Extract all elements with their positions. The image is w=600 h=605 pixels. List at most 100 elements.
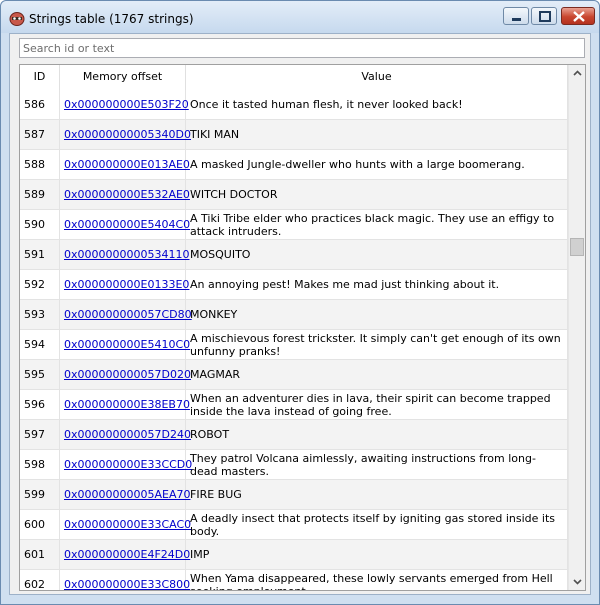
scroll-thumb[interactable]	[570, 238, 584, 256]
cell-value: A masked Jungle-dweller who hunts with a…	[186, 150, 568, 179]
table-header: ID Memory offset Value	[20, 65, 568, 91]
cell-id: 595	[20, 360, 60, 389]
table-row[interactable]: 594 0x000000000E5410C0 A mischievous fores…	[20, 330, 568, 360]
table-row[interactable]: 597 0x000000000057D240 ROBOT	[20, 420, 568, 450]
cell-id: 587	[20, 120, 60, 149]
scroll-down-button[interactable]	[569, 573, 585, 590]
app-icon	[9, 11, 25, 26]
table-row[interactable]: 591 0x0000000000534110 MOSQUITO	[20, 240, 568, 270]
table-row[interactable]: 592 0x000000000E0133E0 An annoying pest! M…	[20, 270, 568, 300]
search-input[interactable]	[19, 38, 585, 58]
chevron-up-icon	[573, 70, 582, 76]
memory-offset-link[interactable]: 0x000000000E5404C0	[64, 218, 190, 231]
table-row[interactable]: 593 0x000000000057CD80 MONKEY	[20, 300, 568, 330]
cell-value: TIKI MAN	[186, 120, 568, 149]
table-row[interactable]: 598 0x000000000E33CCD0 They patrol Volcana…	[20, 450, 568, 480]
cell-memory-offset: 0x000000000E013AE0	[60, 150, 190, 179]
memory-offset-link[interactable]: 0x000000000E4F24D0	[64, 548, 190, 561]
column-header-memory-offset[interactable]: Memory offset	[60, 65, 186, 90]
vertical-scrollbar[interactable]	[568, 65, 585, 590]
memory-offset-link[interactable]: 0x000000000E5410C0	[64, 338, 190, 351]
cell-id: 600	[20, 510, 60, 539]
cell-memory-offset: 0x000000000E33CCD0	[60, 450, 192, 479]
cell-memory-offset: 0x000000000057D240	[60, 420, 191, 449]
cell-value: A Tiki Tribe elder who practices black m…	[186, 210, 568, 239]
cell-id: 589	[20, 180, 60, 209]
cell-id: 602	[20, 570, 60, 590]
minimize-button[interactable]	[503, 7, 529, 25]
cell-memory-offset: 0x0000000000534110	[60, 240, 190, 269]
cell-id: 590	[20, 210, 60, 239]
cell-value: MONKEY	[186, 300, 568, 329]
cell-value: IMP	[186, 540, 568, 569]
cell-id: 598	[20, 450, 60, 479]
memory-offset-link[interactable]: 0x000000000E33C800	[64, 578, 190, 590]
cell-id: 601	[20, 540, 60, 569]
memory-offset-link[interactable]: 0x0000000000534110	[64, 248, 190, 261]
cell-id: 592	[20, 270, 60, 299]
close-button[interactable]	[561, 7, 595, 25]
cell-memory-offset: 0x000000000E5404C0	[60, 210, 190, 239]
memory-offset-link[interactable]: 0x000000000E013AE0	[64, 158, 190, 171]
cell-memory-offset: 0x000000000E38EB70	[60, 390, 190, 419]
cell-value: When Yama disappeared, these lowly serva…	[186, 570, 568, 590]
client-area: ID Memory offset Value 586 0x000000000E50…	[9, 33, 591, 595]
strings-table-window: Strings table (1767 strings) ID Memory o…	[0, 0, 600, 605]
table-row[interactable]: 600 0x000000000E33CAC0 A deadly insect tha…	[20, 510, 568, 540]
close-icon	[562, 8, 594, 24]
table-row[interactable]: 587 0x00000000005340D0 TIKI MAN	[20, 120, 568, 150]
table-row[interactable]: 595 0x000000000057D020 MAGMAR	[20, 360, 568, 390]
table-row[interactable]: 586 0x000000000E503F20 Once it tasted huma…	[20, 90, 568, 120]
cell-memory-offset: 0x000000000E5410C0	[60, 330, 190, 359]
table-row[interactable]: 588 0x000000000E013AE0 A masked Jungle-dwe…	[20, 150, 568, 180]
table-row[interactable]: 590 0x000000000E5404C0 A Tiki Tribe elder …	[20, 210, 568, 240]
table-row[interactable]: 596 0x000000000E38EB70 When an adventurer …	[20, 390, 568, 420]
table-row[interactable]: 599 0x00000000005AEA70 FIRE BUG	[20, 480, 568, 510]
memory-offset-link[interactable]: 0x000000000E33CCD0	[64, 458, 192, 471]
cell-memory-offset: 0x000000000E0133E0	[60, 270, 189, 299]
memory-offset-link[interactable]: 0x00000000005340D0	[64, 128, 191, 141]
chevron-down-icon	[573, 579, 582, 585]
memory-offset-link[interactable]: 0x000000000057D020	[64, 368, 191, 381]
memory-offset-link[interactable]: 0x00000000005AEA70	[64, 488, 191, 501]
cell-memory-offset: 0x000000000057D020	[60, 360, 191, 389]
memory-offset-link[interactable]: 0x000000000E38EB70	[64, 398, 190, 411]
cell-value: A mischievous forest trickster. It simpl…	[186, 330, 568, 359]
cell-memory-offset: 0x00000000005AEA70	[60, 480, 191, 509]
table-body: 586 0x000000000E503F20 Once it tasted huma…	[20, 90, 568, 590]
cell-value: A deadly insect that protects itself by …	[186, 510, 568, 539]
cell-value: Once it tasted human flesh, it never loo…	[186, 90, 568, 119]
cell-id: 596	[20, 390, 60, 419]
cell-value: When an adventurer dies in lava, their s…	[186, 390, 568, 419]
table-row[interactable]: 601 0x000000000E4F24D0 IMP	[20, 540, 568, 570]
memory-offset-link[interactable]: 0x000000000E503F20	[64, 98, 189, 111]
maximize-button[interactable]	[531, 7, 557, 25]
scroll-up-button[interactable]	[569, 65, 585, 82]
cell-value: ROBOT	[186, 420, 568, 449]
cell-value: MOSQUITO	[186, 240, 568, 269]
cell-id: 599	[20, 480, 60, 509]
cell-memory-offset: 0x000000000E33C800	[60, 570, 190, 590]
cell-value: WITCH DOCTOR	[186, 180, 568, 209]
cell-id: 591	[20, 240, 60, 269]
cell-memory-offset: 0x000000000E503F20	[60, 90, 189, 119]
table-row[interactable]: 602 0x000000000E33C800 When Yama disappear…	[20, 570, 568, 590]
memory-offset-link[interactable]: 0x000000000E33CAC0	[64, 518, 191, 531]
memory-offset-link[interactable]: 0x000000000E0133E0	[64, 278, 189, 291]
memory-offset-link[interactable]: 0x000000000E532AE0	[64, 188, 190, 201]
table-row[interactable]: 589 0x000000000E532AE0 WITCH DOCTOR	[20, 180, 568, 210]
title-bar[interactable]: Strings table (1767 strings)	[1, 1, 599, 33]
cell-memory-offset: 0x000000000057CD80	[60, 300, 192, 329]
minimize-icon	[504, 8, 528, 24]
cell-id: 593	[20, 300, 60, 329]
cell-value: They patrol Volcana aimlessly, awaiting …	[186, 450, 568, 479]
cell-id: 594	[20, 330, 60, 359]
strings-table: ID Memory offset Value 586 0x000000000E50…	[19, 64, 586, 591]
column-header-id[interactable]: ID	[20, 65, 60, 90]
cell-memory-offset: 0x000000000E532AE0	[60, 180, 190, 209]
memory-offset-link[interactable]: 0x000000000057D240	[64, 428, 191, 441]
memory-offset-link[interactable]: 0x000000000057CD80	[64, 308, 192, 321]
column-header-value[interactable]: Value	[186, 65, 568, 90]
maximize-icon	[532, 8, 556, 24]
cell-id: 597	[20, 420, 60, 449]
